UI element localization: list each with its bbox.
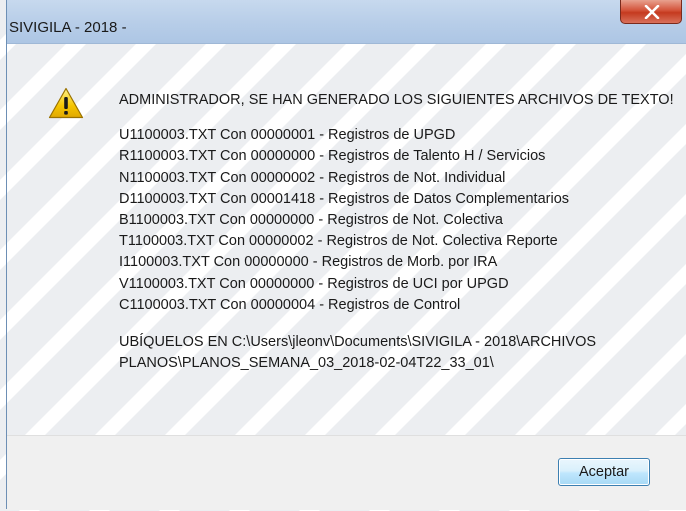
- file-line: U1100003.TXT Con 00000001 - Registros de…: [119, 127, 456, 144]
- accept-button[interactable]: Aceptar: [558, 458, 650, 486]
- file-line: V1100003.TXT Con 00000000 - Registros de…: [119, 275, 509, 292]
- dialog-footer: Aceptar: [7, 435, 686, 510]
- file-line: T1100003.TXT Con 00000002 - Registros de…: [119, 233, 558, 250]
- output-location: UBÍQUELOS EN C:\Users\jleonv\Documents\S…: [119, 334, 597, 372]
- window-title: SIVIGILA - 2018 -: [9, 19, 127, 36]
- message-heading: ADMINISTRADOR, SE HAN GENERADO LOS SIGUI…: [119, 92, 674, 108]
- file-line: R1100003.TXT Con 00000000 - Registros de…: [119, 148, 546, 165]
- file-line: B1100003.TXT Con 00000000 - Registros de…: [119, 212, 503, 229]
- file-line: N1100003.TXT Con 00000002 - Registros de…: [119, 169, 506, 186]
- file-line: D1100003.TXT Con 00001418 - Registros de…: [119, 190, 570, 207]
- file-line: C1100003.TXT Con 00000004 - Registros de…: [119, 296, 461, 313]
- file-list: U1100003.TXT Con 00000001 - Registros de…: [119, 125, 679, 316]
- warning-icon: [48, 87, 84, 119]
- close-button[interactable]: [620, 0, 682, 24]
- file-line: I1100003.TXT Con 00000000 - Registros de…: [119, 254, 498, 271]
- title-bar[interactable]: SIVIGILA - 2018 -: [7, 0, 686, 44]
- dialog-window: SIVIGILA - 2018 - ADMINISTRADOR, SE HAN …: [6, 0, 686, 510]
- message-content: ADMINISTRADOR, SE HAN GENERADO LOS SIGUI…: [119, 90, 679, 374]
- close-x-icon: [644, 5, 660, 19]
